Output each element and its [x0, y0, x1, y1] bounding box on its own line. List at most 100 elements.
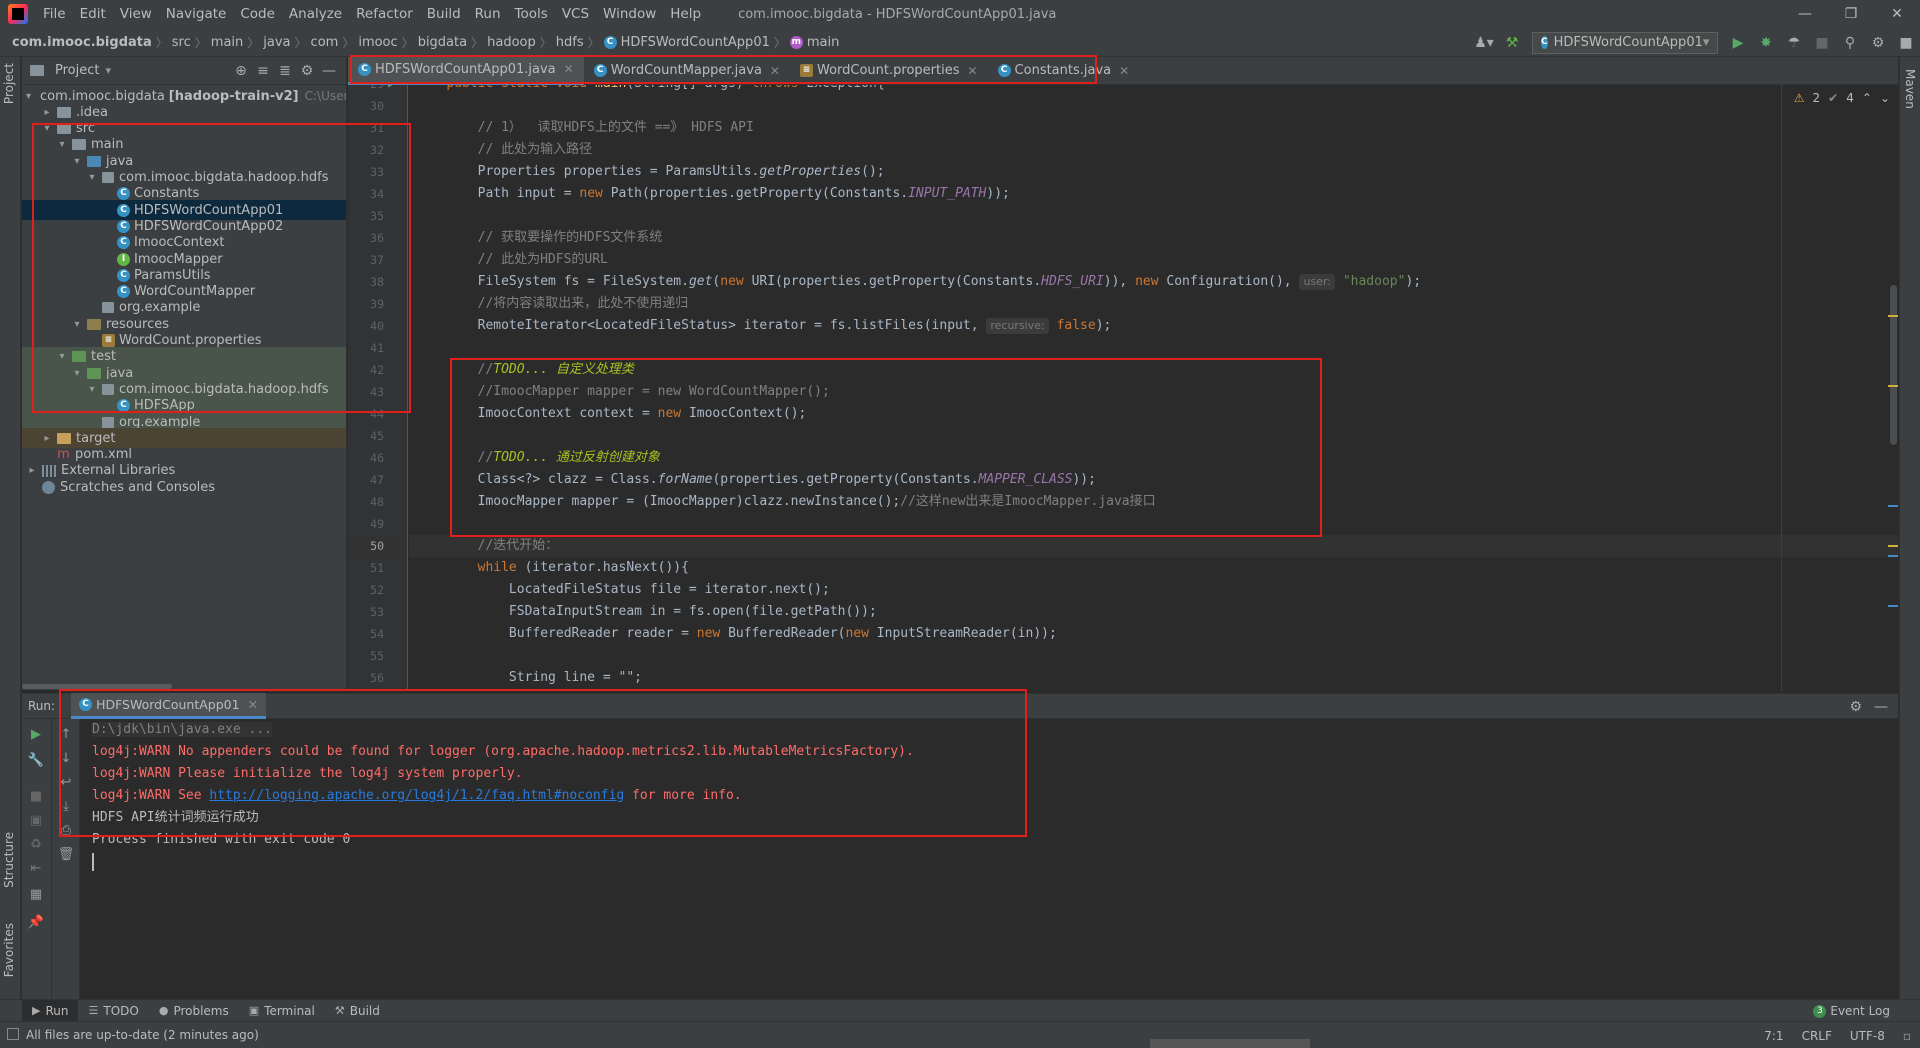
chevron-down-icon[interactable]: ▾	[105, 64, 111, 77]
arrow-up-icon[interactable]: ↑	[52, 727, 80, 742]
rerun-icon[interactable]: ▶	[22, 727, 50, 742]
close-tab-icon[interactable]: ✕	[967, 64, 977, 78]
chevron-down-icon[interactable]: ▾	[56, 351, 68, 362]
pin-icon[interactable]: 📌	[22, 915, 50, 930]
search-icon[interactable]: ⚲	[1838, 32, 1862, 54]
chevron-down-icon[interactable]: ▾	[71, 156, 83, 167]
breadcrumb-item[interactable]: imooc	[354, 35, 401, 50]
restore-icon[interactable]: ❐	[1828, 0, 1874, 28]
menu-tools[interactable]: Tools	[508, 6, 555, 22]
bottom-tool-terminal[interactable]: ▣ Terminal	[239, 1000, 325, 1022]
minimize-icon[interactable]: —	[1782, 0, 1828, 28]
close-tab-icon[interactable]: ✕	[1119, 64, 1129, 78]
memory-indicator[interactable]	[1150, 1039, 1310, 1048]
menu-analyze[interactable]: Analyze	[282, 6, 349, 22]
chevron-down-icon[interactable]: ▾	[56, 139, 68, 150]
trash-icon[interactable]: 🗑	[52, 847, 80, 862]
layout-toggle-icon[interactable]	[7, 1028, 19, 1040]
chevron-right-icon[interactable]: ▸	[41, 107, 53, 118]
error-stripe-mark[interactable]	[1888, 545, 1898, 547]
soft-wrap-icon[interactable]: ↩	[52, 775, 80, 790]
breadcrumb-item[interactable]: hadoop	[483, 35, 540, 50]
breadcrumb-item[interactable]: C HDFSWordCountApp01	[600, 35, 774, 50]
project-tool-tab[interactable]: Project	[2, 63, 16, 104]
editor-tab[interactable]: C HDFSWordCountApp01.java ✕	[348, 56, 584, 85]
editor-tab[interactable]: ≡ WordCount.properties ✕	[790, 57, 988, 85]
tree-item[interactable]: Scratches and Consoles	[22, 477, 346, 497]
menu-window[interactable]: Window	[596, 6, 663, 22]
user-icon[interactable]: ♟▾	[1472, 32, 1496, 54]
bottom-tool-build[interactable]: ⚒ Build	[325, 1000, 390, 1022]
chevron-right-icon[interactable]: ▸	[26, 465, 38, 476]
expand-all-icon[interactable]: ≡	[252, 63, 274, 79]
breadcrumb-item[interactable]: java	[259, 35, 294, 50]
menu-help[interactable]: Help	[663, 6, 708, 22]
editor-tab[interactable]: C WordCountMapper.java ✕	[584, 57, 790, 85]
chevron-down-icon[interactable]: ▾	[41, 123, 53, 134]
event-log-button[interactable]: 3 Event Log	[1813, 1000, 1890, 1022]
inspection-widget[interactable]: ⚠ 2 ✔ 4 ⌃ ⌄	[1794, 91, 1890, 105]
print-icon[interactable]: ⎙	[52, 823, 80, 838]
camera-icon[interactable]: ▣	[22, 813, 50, 828]
wrench-icon[interactable]: 🔧	[22, 753, 50, 768]
chevron-down-icon[interactable]: ▾	[71, 368, 83, 379]
close-icon[interactable]: ✕	[1874, 0, 1920, 28]
menu-refactor[interactable]: Refactor	[349, 6, 420, 22]
menu-navigate[interactable]: Navigate	[159, 6, 234, 22]
close-tab-icon[interactable]: ✕	[564, 62, 574, 76]
error-stripe-mark[interactable]	[1888, 605, 1898, 607]
console-link[interactable]: http://logging.apache.org/log4j/1.2/faq.…	[209, 788, 624, 803]
close-tab-icon[interactable]: ✕	[248, 697, 258, 712]
favorites-tool-tab[interactable]: Favorites	[2, 923, 16, 977]
breadcrumb-item[interactable]: com.imooc.bigdata	[0, 35, 156, 50]
code-editor[interactable]: ⚠2 ✔4 ⌃ ⌄ public static void main(String…	[409, 85, 1898, 691]
run-console[interactable]: D:\jdk\bin\java.exe ... log4j:WARN No app…	[81, 719, 1898, 999]
bottom-tool-todo[interactable]: ☰ TODO	[78, 1000, 148, 1022]
hide-run-panel-icon[interactable]: —	[1874, 699, 1888, 715]
error-stripe-mark[interactable]	[1888, 505, 1898, 507]
editor-vertical-scrollbar[interactable]	[1888, 85, 1898, 691]
restore-layout-icon[interactable]: ♻	[22, 837, 50, 852]
line-separator[interactable]: CRLF	[1802, 1029, 1832, 1043]
close-tab-icon[interactable]: ✕	[770, 64, 780, 78]
bottom-tool-problems[interactable]: ● Problems	[149, 1000, 239, 1022]
run-configuration-select[interactable]: C HDFSWordCountApp01 ▾	[1532, 31, 1718, 54]
chevron-down-icon[interactable]: ▾	[26, 91, 31, 102]
build-hammer-icon[interactable]: ⚒	[1500, 32, 1524, 54]
exit-icon[interactable]: ⇤	[22, 861, 50, 876]
error-stripe-mark[interactable]	[1888, 555, 1898, 557]
menu-build[interactable]: Build	[420, 6, 468, 22]
breadcrumb-item[interactable]: m main	[786, 35, 843, 50]
breadcrumb-item[interactable]: src	[168, 35, 195, 50]
lock-icon[interactable]: ▫	[1903, 1029, 1911, 1043]
chevron-right-icon[interactable]: ▸	[41, 433, 53, 444]
run-settings-gear-icon[interactable]: ⚙	[1849, 699, 1862, 715]
coverage-icon[interactable]: ☂	[1782, 32, 1806, 54]
run-icon[interactable]: ▶	[1726, 32, 1750, 54]
run-gutter-icon[interactable]: ▶	[388, 85, 396, 89]
hide-panel-icon[interactable]: —	[318, 63, 340, 79]
chevron-down-icon[interactable]: ▾	[86, 172, 98, 183]
settings-gear-icon[interactable]: ⚙	[1866, 32, 1890, 54]
chevron-down-icon[interactable]: ▾	[86, 384, 98, 395]
arrow-down-icon[interactable]: ↓	[52, 751, 80, 766]
project-horizontal-scrollbar[interactable]	[22, 682, 346, 690]
collapse-all-icon[interactable]: ≣	[274, 63, 296, 79]
editor-tab[interactable]: C Constants.java ✕	[988, 57, 1140, 85]
run-tab[interactable]: C HDFSWordCountApp01 ✕	[71, 693, 267, 719]
chevron-up-icon[interactable]: ⌃	[1862, 91, 1872, 105]
menu-run[interactable]: Run	[468, 6, 508, 22]
breadcrumb-item[interactable]: com	[307, 35, 343, 50]
menu-view[interactable]: View	[113, 6, 159, 22]
project-panel-title[interactable]: Project	[55, 63, 99, 78]
bottom-tool-run[interactable]: ▶ Run	[22, 999, 79, 1022]
menu-vcs[interactable]: VCS	[555, 6, 596, 22]
locate-target-icon[interactable]: ⊕	[230, 63, 252, 79]
chevron-down-icon[interactable]: ▾	[71, 319, 83, 330]
breadcrumb-item[interactable]: hdfs	[552, 35, 588, 50]
stop-icon[interactable]: ■	[22, 789, 50, 804]
layout-icon[interactable]: ▦	[22, 887, 50, 902]
caret-position[interactable]: 7:1	[1764, 1029, 1783, 1043]
scroll-to-end-icon[interactable]: ⤓	[52, 799, 80, 814]
structure-tool-tab[interactable]: Structure	[2, 832, 16, 888]
